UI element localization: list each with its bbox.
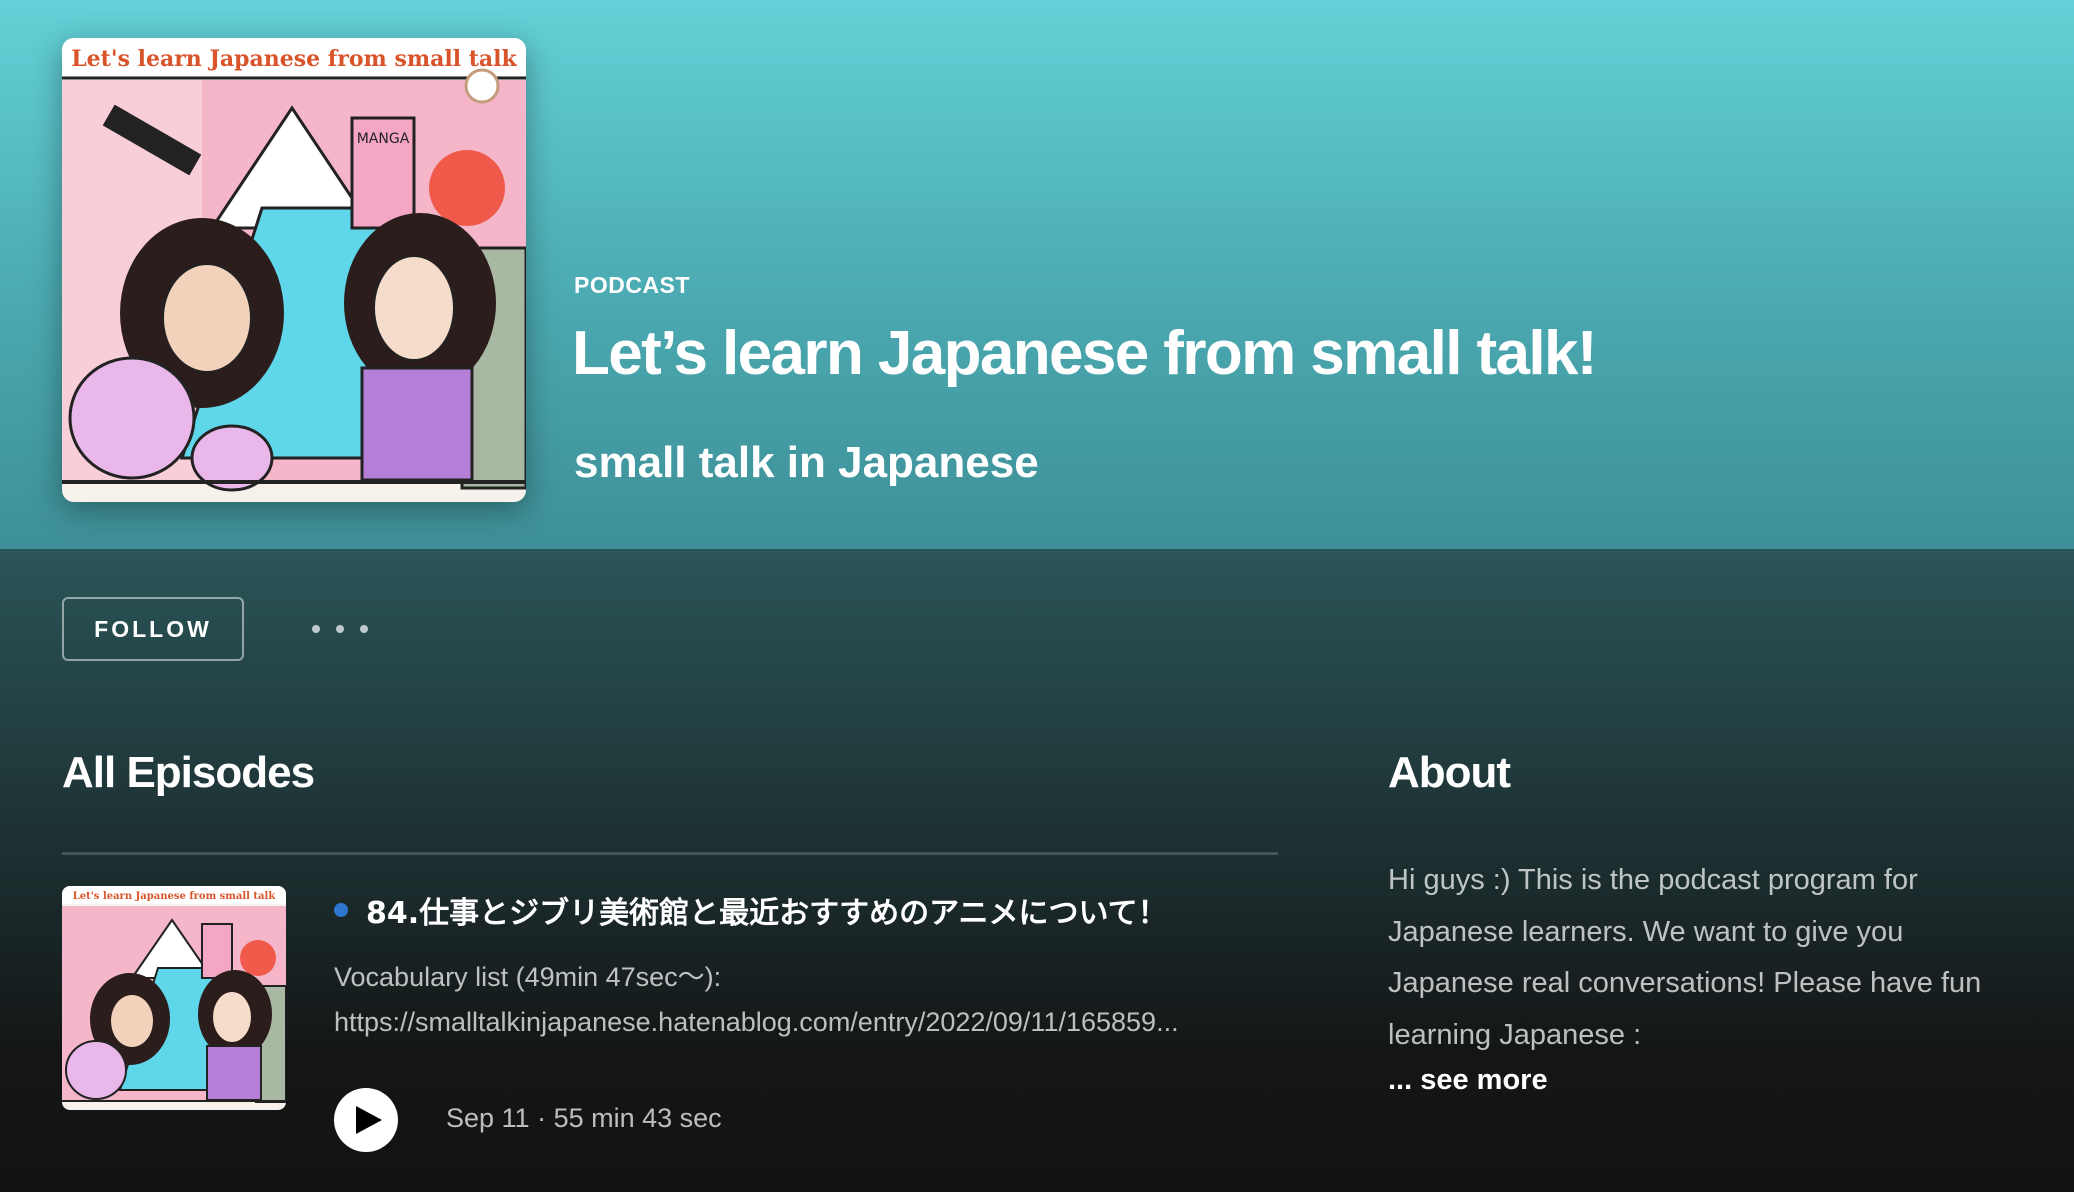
episode-description: Vocabulary list (49min 47sec〜): https://… <box>334 955 1264 1045</box>
podcast-publisher-link[interactable]: small talk in Japanese <box>574 438 1039 488</box>
play-icon <box>355 1106 382 1134</box>
cover-title-text: Let's learn Japanese from small talk <box>71 46 517 72</box>
content-type-label: PODCAST <box>574 272 690 298</box>
podcast-title: Let’s learn Japanese from small talk! <box>572 319 1598 388</box>
thumb-title-text: Let's learn Japanese from small talk <box>73 891 277 902</box>
more-options-icon[interactable] <box>312 612 368 646</box>
episodes-divider <box>62 852 1278 855</box>
play-episode-button[interactable] <box>334 1088 398 1152</box>
follow-button[interactable]: FOLLOW <box>62 597 244 661</box>
see-more-link[interactable]: ... see more <box>1388 1064 1548 1097</box>
about-description: Hi guys :) This is the podcast program f… <box>1388 864 1982 1051</box>
more-dot <box>360 625 368 633</box>
episode-thumbnail[interactable]: Let's learn Japanese from small talk <box>62 886 286 1110</box>
unplayed-indicator <box>334 903 348 917</box>
episode-title-link[interactable]: 84.仕事とジブリ美術館と最近おすすめのアニメについて！ <box>366 888 1266 932</box>
episode-description-line: Vocabulary list (49min 47sec〜): <box>334 962 722 992</box>
about-heading: About <box>1388 748 1511 797</box>
more-dot <box>312 625 320 633</box>
episode-description-line: https://smalltalkinjapanese.hatenablog.c… <box>334 1007 1179 1037</box>
more-dot <box>336 625 344 633</box>
episode-date-duration: Sep 11 · 55 min 43 sec <box>446 1103 722 1133</box>
all-episodes-heading: All Episodes <box>62 748 315 797</box>
cover-manga-label: MANGA <box>357 131 410 147</box>
podcast-cover-art: Let's learn Japanese from small talk MAN… <box>62 38 526 502</box>
